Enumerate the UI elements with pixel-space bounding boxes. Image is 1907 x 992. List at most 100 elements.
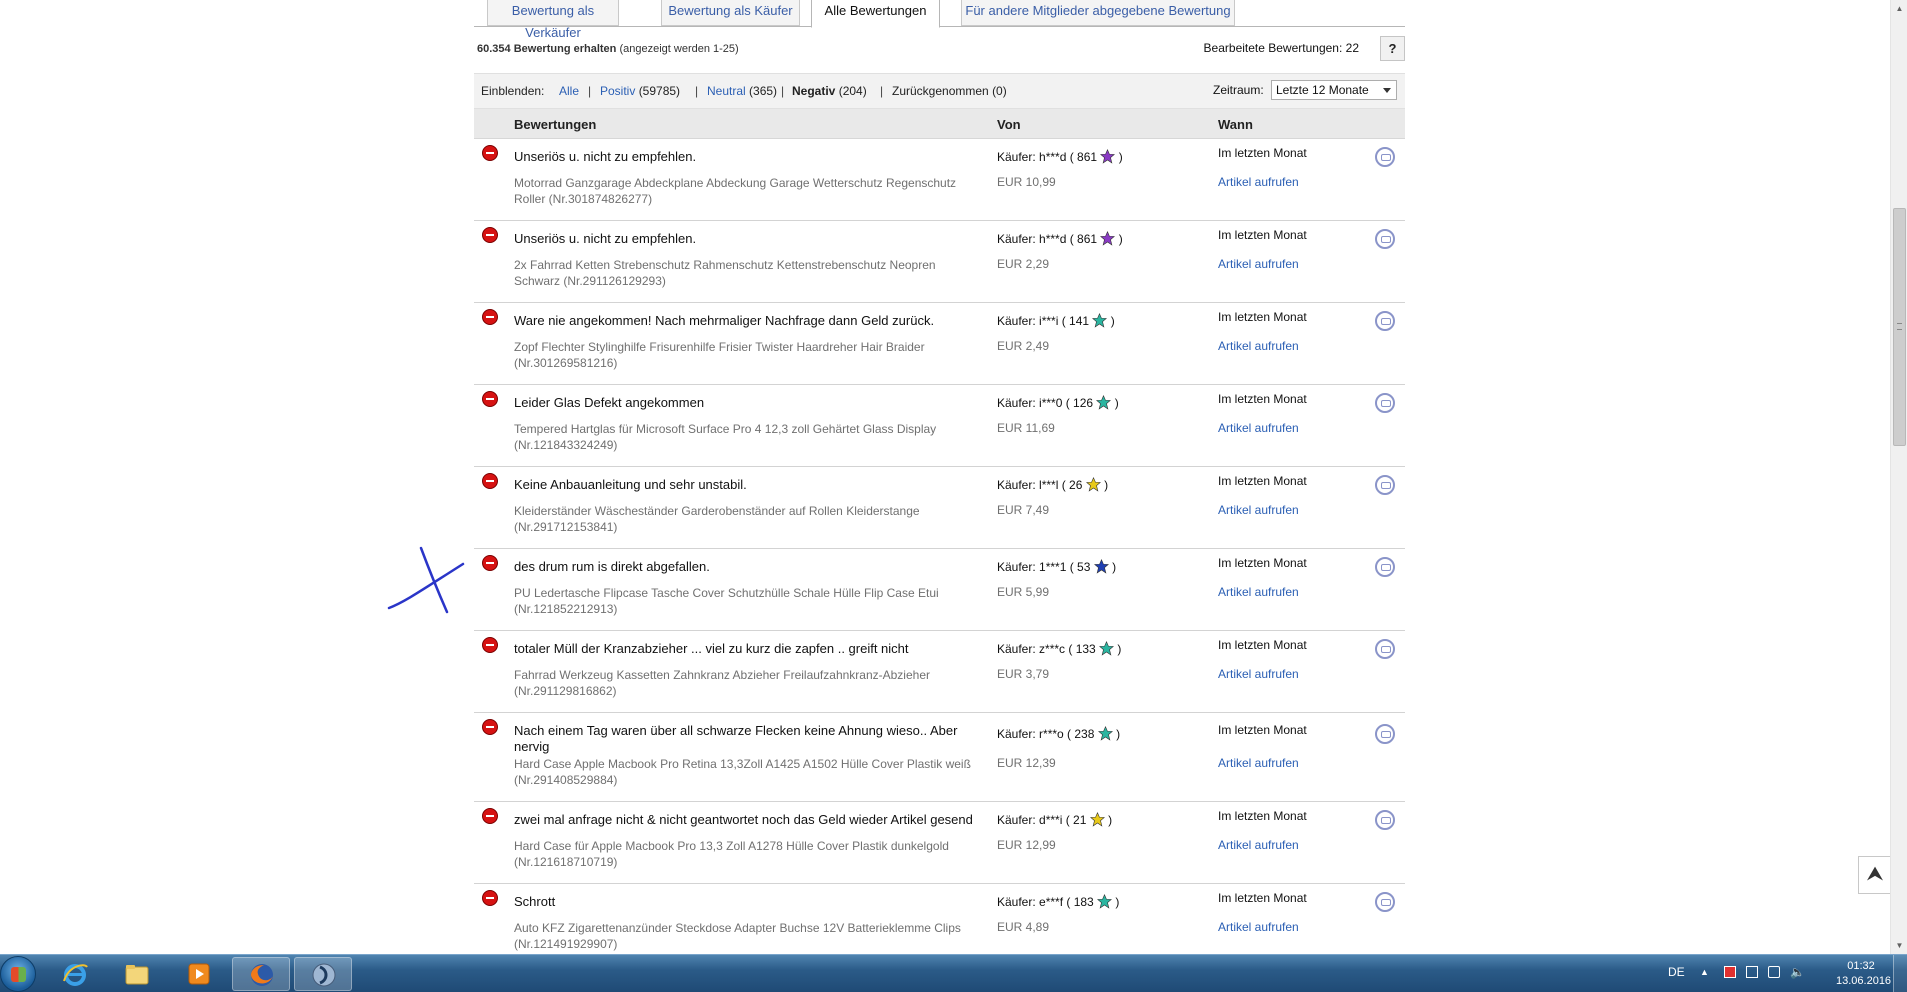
buyer-name[interactable]: Käufer: i***i ( 141 <box>997 314 1089 328</box>
buyer-name[interactable]: Käufer: h***d ( 861 <box>997 232 1097 246</box>
buyer-name[interactable]: Käufer: i***0 ( 126 <box>997 396 1093 410</box>
reply-icon[interactable] <box>1375 810 1395 830</box>
taskbar-app-active[interactable] <box>294 957 352 991</box>
filter-all-link[interactable]: Alle <box>559 84 579 98</box>
reply-icon[interactable] <box>1375 557 1395 577</box>
feedback-star-icon <box>1100 149 1116 164</box>
buyer-name[interactable]: Käufer: z***c ( 133 <box>997 642 1096 656</box>
filter-neutral[interactable]: Neutral (365) <box>707 84 777 98</box>
scroll-up-arrow-icon[interactable]: ▲ <box>1891 0 1907 17</box>
device-icon[interactable] <box>1746 966 1758 978</box>
buyer-name[interactable]: Käufer: 1***1 ( 53 <box>997 560 1090 574</box>
reply-icon[interactable] <box>1375 393 1395 413</box>
taskbar-file-explorer[interactable] <box>108 957 166 991</box>
tab-seller-feedback[interactable]: Bewertung als Verkäufer <box>487 0 619 40</box>
feedback-row: Keine Anbauanleitung und sehr unstabil. K… <box>474 467 1405 549</box>
back-to-top-button[interactable]: ⮝ <box>1858 856 1892 894</box>
filter-negative: Negativ (204) <box>792 84 867 98</box>
filter-separator: | <box>695 84 699 98</box>
feedback-star-icon <box>1092 313 1108 328</box>
feedback-star-icon <box>1100 231 1116 246</box>
view-item-link[interactable]: Artikel aufrufen <box>1218 920 1299 934</box>
feedback-comment: totaler Müll der Kranzabzieher ... viel … <box>514 641 909 656</box>
filter-withdrawn-label: Zurückgenommen <box>892 84 989 98</box>
feedback-comment: Nach einem Tag waren über all schwarze F… <box>514 723 958 754</box>
item-title: Auto KFZ Zigarettenanzünder Steckdose Ad… <box>514 921 961 951</box>
view-item-link[interactable]: Artikel aufrufen <box>1218 257 1299 271</box>
taskbar-internet-explorer[interactable] <box>46 957 104 991</box>
feedback-date: Im letzten Monat <box>1218 146 1307 160</box>
tray-expand-icon[interactable]: ▲ <box>1700 966 1712 978</box>
reply-icon[interactable] <box>1375 147 1395 167</box>
scroll-down-arrow-icon[interactable]: ▼ <box>1891 937 1907 954</box>
reply-icon[interactable] <box>1375 892 1395 912</box>
view-item-link[interactable]: Artikel aufrufen <box>1218 339 1299 353</box>
view-item-link[interactable]: Artikel aufrufen <box>1218 756 1299 770</box>
page-scrollbar[interactable]: ▲ ▼ <box>1890 0 1907 954</box>
feedback-comment: zwei mal anfrage nicht & nicht geantwort… <box>514 812 973 827</box>
item-title: Motorrad Ganzgarage Abdeckplane Abdeckun… <box>514 176 957 206</box>
feedback-comment: Leider Glas Defekt angekommen <box>514 395 705 410</box>
scrollbar-grip-icon <box>1897 323 1902 330</box>
help-button[interactable]: ? <box>1380 36 1405 61</box>
start-button[interactable] <box>0 956 36 992</box>
browser-page: Bewertung als Verkäufer Bewertung als Kä… <box>0 0 1907 954</box>
reply-icon[interactable] <box>1375 475 1395 495</box>
filter-positive[interactable]: Positiv (59785) <box>600 84 680 98</box>
view-item-link[interactable]: Artikel aufrufen <box>1218 175 1299 189</box>
filter-separator: | <box>781 84 785 98</box>
volume-icon[interactable]: 🔈 <box>1790 966 1805 978</box>
reply-icon[interactable] <box>1375 724 1395 744</box>
feedback-row: Ware nie angekommen! Nach mehrmaliger Na… <box>474 303 1405 385</box>
filter-positive-link[interactable]: Positiv <box>600 84 635 98</box>
action-center-icon[interactable] <box>1724 966 1736 978</box>
tray-language[interactable]: DE <box>1668 965 1685 979</box>
scrollbar-thumb[interactable] <box>1893 208 1906 446</box>
column-header-when: Wann <box>1218 117 1253 132</box>
feedback-comment: Keine Anbauanleitung und sehr unstabil. <box>514 477 747 492</box>
negative-rating-icon <box>482 890 498 906</box>
period-select[interactable]: Letzte 12 Monate <box>1271 80 1397 100</box>
taskbar-clock[interactable]: 01:32 13.06.2016 <box>1836 959 1891 989</box>
item-price: EUR 12,99 <box>997 838 1056 852</box>
reply-icon[interactable] <box>1375 639 1395 659</box>
negative-rating-icon <box>482 637 498 653</box>
view-item-link[interactable]: Artikel aufrufen <box>1218 667 1299 681</box>
feedback-row: des drum rum is direkt abgefallen. PU Led… <box>474 549 1405 631</box>
filter-neutral-link[interactable]: Neutral <box>707 84 746 98</box>
item-price: EUR 5,99 <box>997 585 1050 599</box>
buyer-info: Käufer: d***i ( 21 ) <box>997 812 1113 827</box>
feedback-row: totaler Müll der Kranzabzieher ... viel … <box>474 631 1405 713</box>
network-icon[interactable] <box>1768 966 1780 978</box>
reply-icon[interactable] <box>1375 311 1395 331</box>
tab-buyer-feedback[interactable]: Bewertung als Käufer <box>661 0 800 26</box>
view-item-link[interactable]: Artikel aufrufen <box>1218 838 1299 852</box>
rating-count: 60.354 Bewertung erhalten (angezeigt wer… <box>477 43 739 55</box>
item-price: EUR 2,49 <box>997 339 1050 353</box>
feedback-comment: Unseriös u. nicht zu empfehlen. <box>514 149 697 164</box>
feedback-comment: des drum rum is direkt abgefallen. <box>514 559 710 574</box>
item-price: EUR 12,39 <box>997 756 1056 770</box>
buyer-name[interactable]: Käufer: h***d ( 861 <box>997 150 1097 164</box>
feedback-comment: Unseriös u. nicht zu empfehlen. <box>514 231 697 246</box>
taskbar-media-player[interactable] <box>170 957 228 991</box>
firefox-icon <box>251 964 273 986</box>
buyer-name[interactable]: Käufer: e***f ( 183 <box>997 895 1094 909</box>
feedback-star-icon <box>1089 812 1105 827</box>
tab-feedback-left-for-others[interactable]: Für andere Mitglieder abgegebene Bewertu… <box>961 0 1235 26</box>
taskbar-firefox[interactable] <box>232 957 290 991</box>
buyer-name[interactable]: Käufer: r***o ( 238 <box>997 727 1094 741</box>
feedback-star-icon <box>1097 894 1113 909</box>
view-item-link[interactable]: Artikel aufrufen <box>1218 585 1299 599</box>
folder-icon <box>125 965 149 985</box>
buyer-name[interactable]: Käufer: d***i ( 21 <box>997 813 1086 827</box>
buyer-name[interactable]: Käufer: l***l ( 26 <box>997 478 1082 492</box>
show-desktop-button[interactable] <box>1893 955 1907 992</box>
tab-all-feedback[interactable]: Alle Bewertungen <box>811 0 940 28</box>
view-item-link[interactable]: Artikel aufrufen <box>1218 421 1299 435</box>
view-item-link[interactable]: Artikel aufrufen <box>1218 503 1299 517</box>
rating-count-range: (angezeigt werden 1-25) <box>619 43 739 55</box>
windows-logo-icon <box>11 967 26 982</box>
filter-neutral-count: (365) <box>749 84 778 98</box>
reply-icon[interactable] <box>1375 229 1395 249</box>
